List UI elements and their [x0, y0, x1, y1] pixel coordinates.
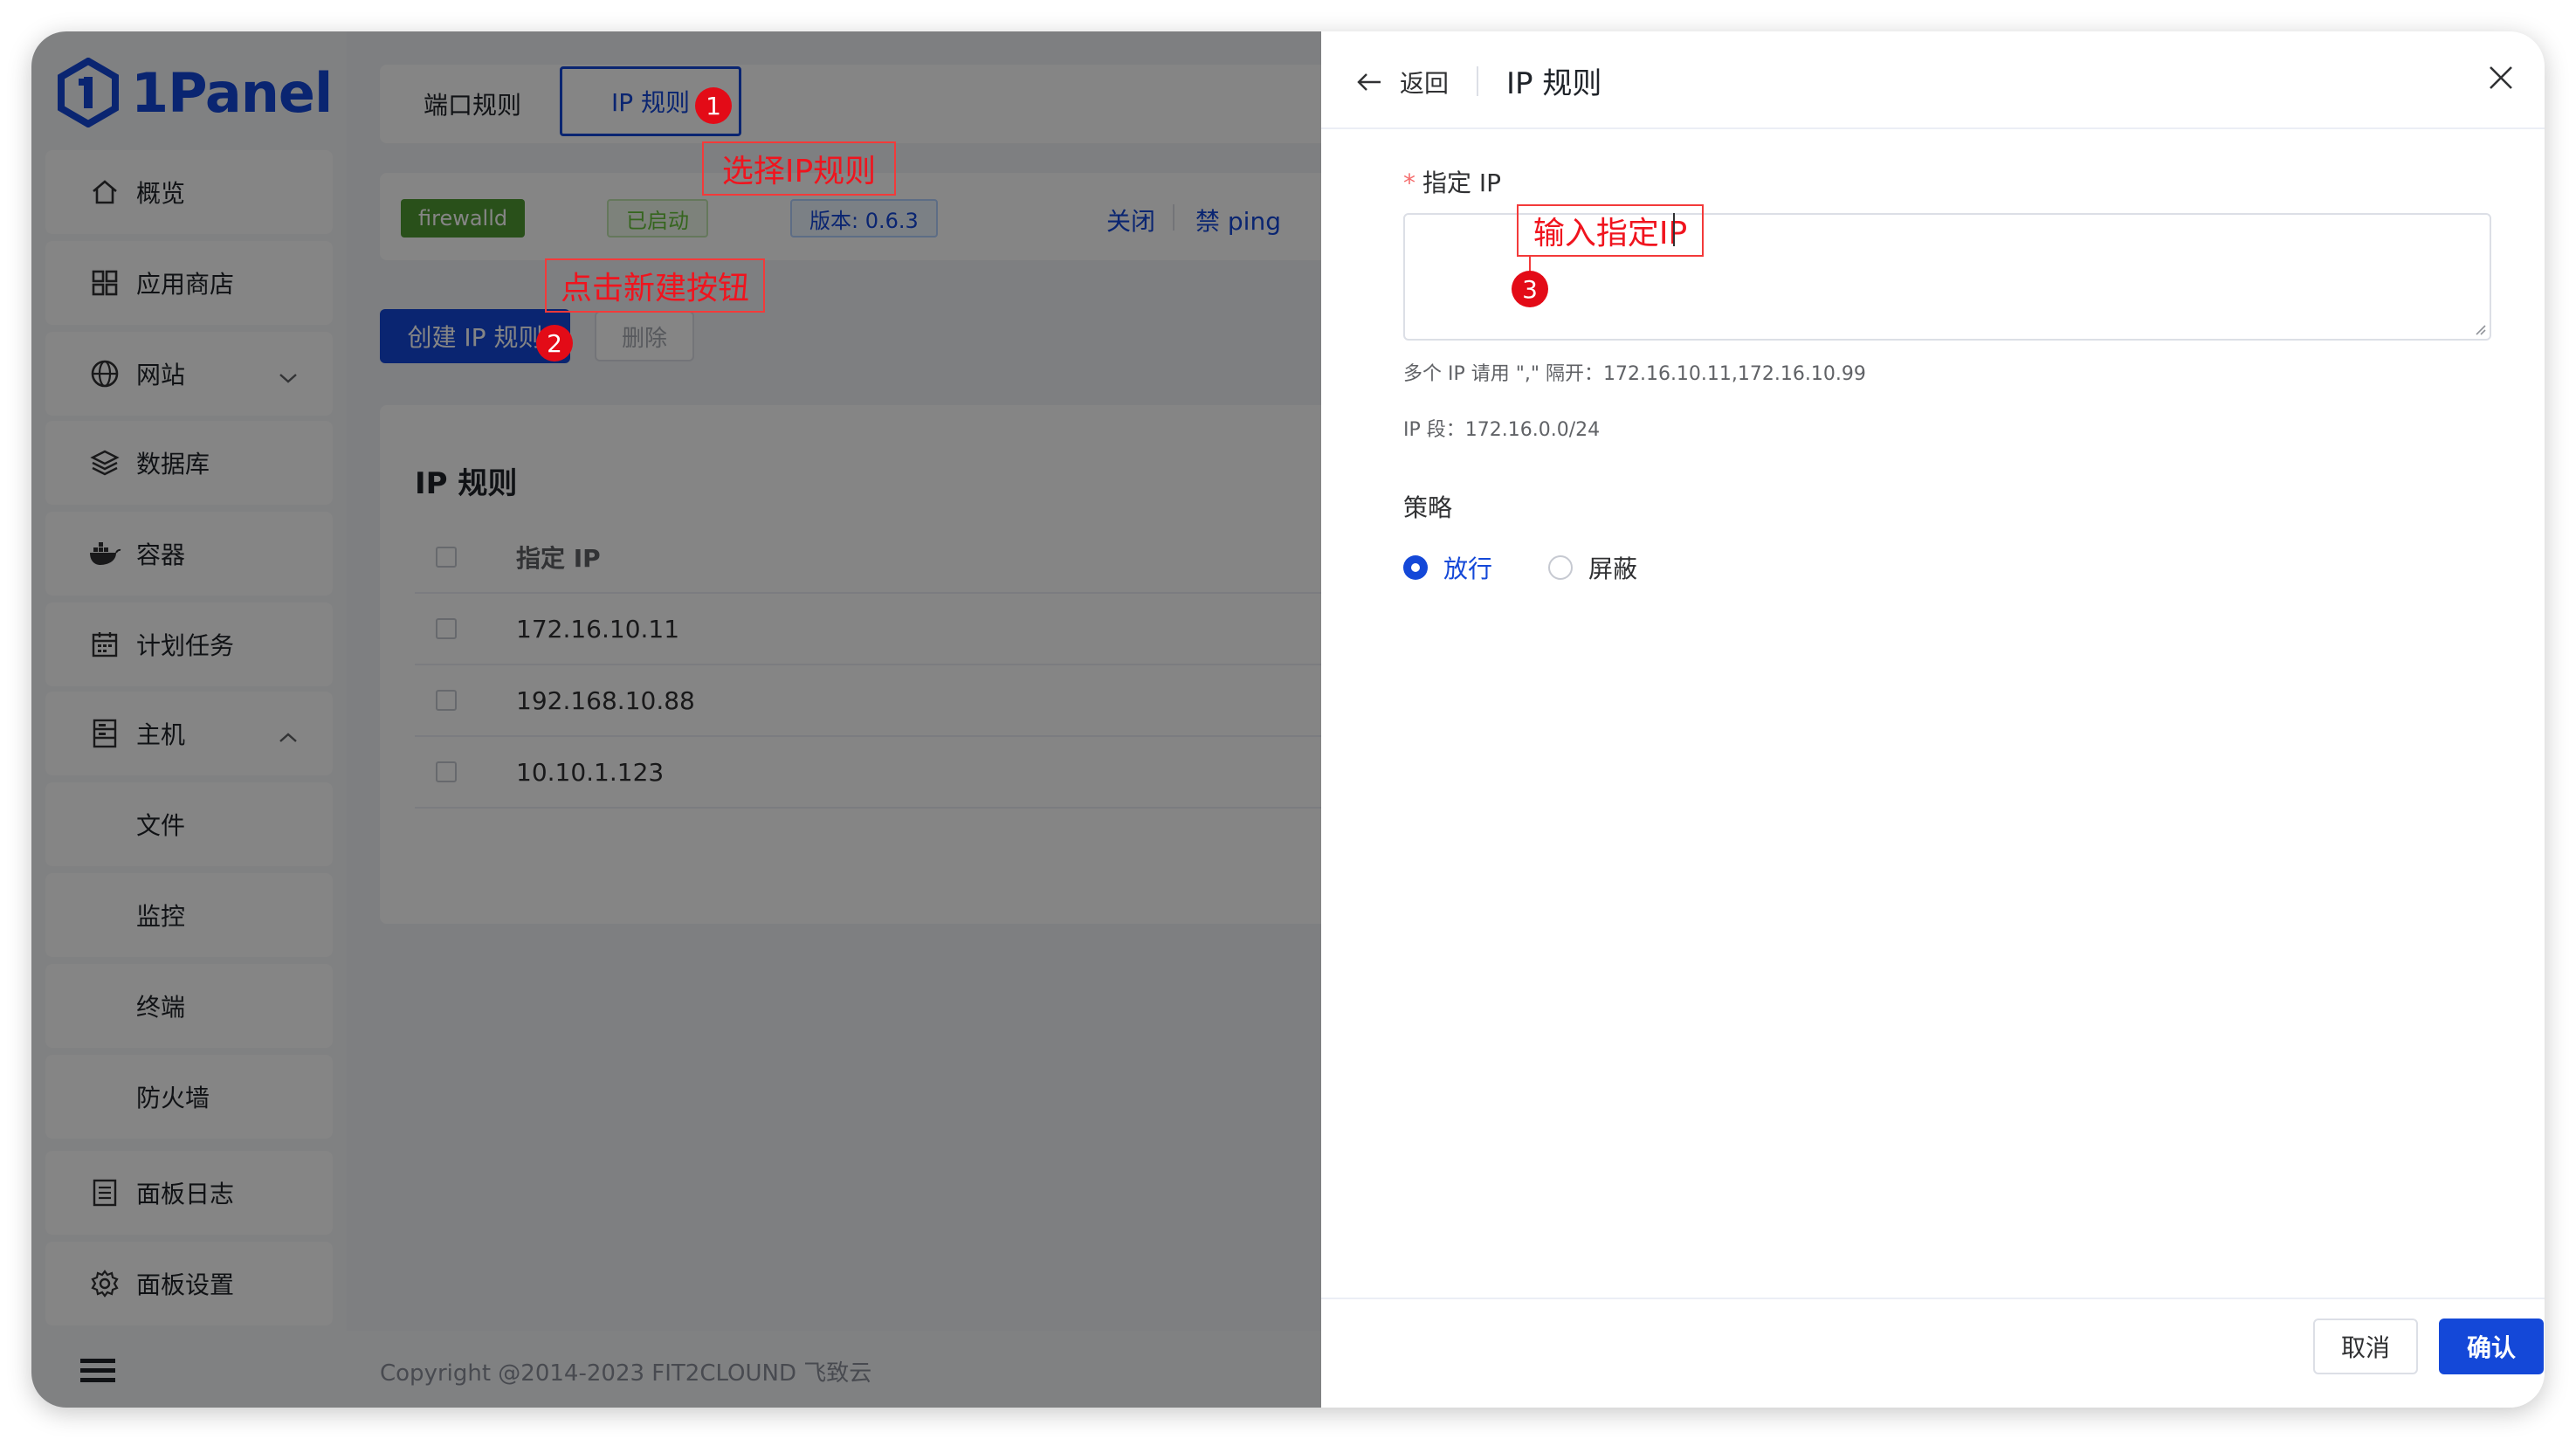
cancel-button[interactable]: 取消 [2313, 1319, 2418, 1374]
modal-overlay[interactable] [31, 31, 1321, 1408]
radio-allow[interactable]: 放行 [1403, 550, 1492, 585]
step-badge-2: 2 [536, 325, 573, 361]
app-window: 1Panel 概览 应用商店 网站 数据库 容器 计划任务 主机 文件 监控 终… [31, 31, 2545, 1408]
step-badge-1: 1 [695, 87, 732, 124]
back-button[interactable]: 返回 [1356, 65, 1449, 100]
ip-rule-drawer: 返回 IP 规则 * 指定 IP 多个 IP 请用 "," 隔开：172.16.1… [1321, 31, 2545, 1408]
hint-multiple-ip: 多个 IP 请用 "," 隔开：172.16.10.11,172.16.10.9… [1403, 363, 1866, 385]
required-mark: * [1403, 169, 1415, 197]
close-icon[interactable] [2488, 65, 2514, 94]
ip-field-label-text: 指定 IP [1422, 169, 1502, 197]
hint-ip-segment: IP 段：172.16.0.0/24 [1403, 419, 1601, 441]
radio-allow-label: 放行 [1443, 554, 1493, 583]
drawer-title: IP 规则 [1506, 66, 1602, 101]
strategy-label: 策略 [1403, 493, 1453, 522]
radio-block[interactable]: 屏蔽 [1548, 550, 1637, 585]
text-cursor [1673, 213, 1675, 246]
drawer-footer: 取消 确认 [1321, 1298, 2545, 1408]
annotation-click-create: 点击新建按钮 [545, 258, 765, 313]
radio-unchecked-icon [1548, 555, 1573, 580]
radio-block-label: 屏蔽 [1588, 554, 1638, 583]
back-label: 返回 [1400, 69, 1450, 98]
step-badge-3: 3 [1512, 271, 1548, 307]
annotation-enter-ip: 输入指定IP [1517, 204, 1704, 257]
confirm-button[interactable]: 确认 [2439, 1319, 2544, 1374]
header-divider [1477, 66, 1478, 96]
ip-field-label: * 指定 IP [1403, 164, 1501, 199]
annotation-select-ip-rules: 选择IP规则 [702, 141, 896, 196]
radio-checked-icon [1403, 555, 1428, 580]
arrow-left-icon [1357, 73, 1381, 91]
drawer-header: 返回 IP 规则 [1321, 31, 2545, 129]
resize-handle-icon [2476, 325, 2486, 335]
